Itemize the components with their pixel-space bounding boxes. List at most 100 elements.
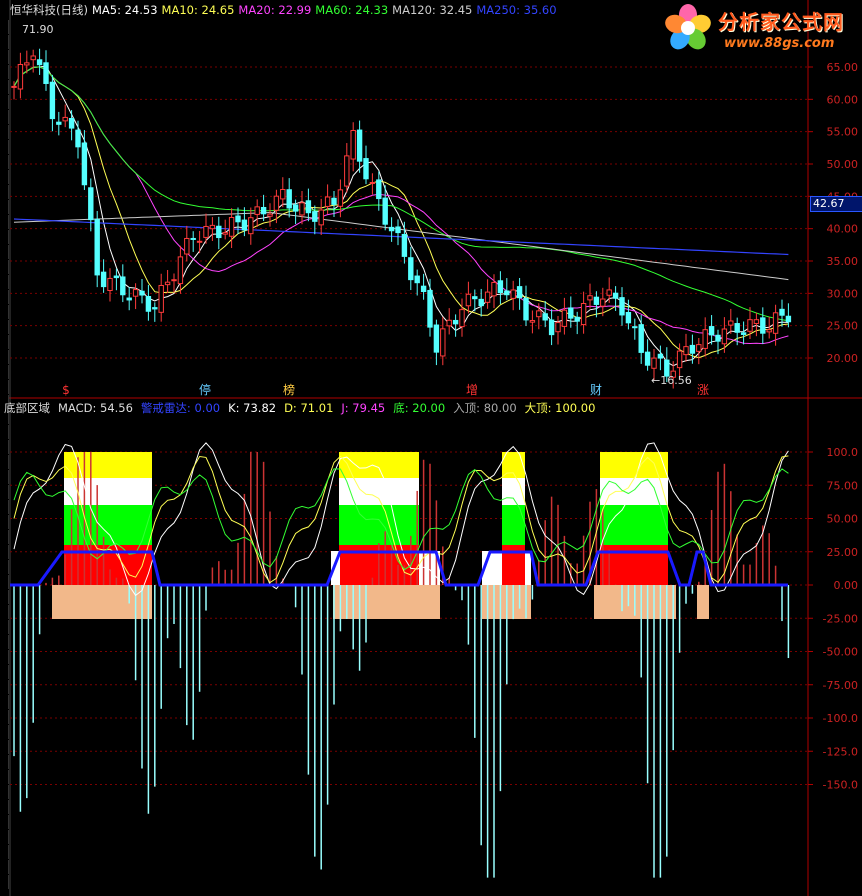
side-tab[interactable] xyxy=(0,170,9,184)
candle-body xyxy=(292,204,299,212)
side-tab[interactable] xyxy=(0,35,9,49)
side-tab[interactable] xyxy=(0,50,9,64)
moving-average-lines xyxy=(13,65,789,367)
event-marker: 增 xyxy=(466,383,478,397)
side-tab[interactable] xyxy=(0,665,9,679)
side-tab[interactable] xyxy=(0,560,9,574)
side-tab[interactable] xyxy=(0,245,9,259)
indicator-label: MACD: 54.56 xyxy=(58,401,133,415)
zone-green xyxy=(502,505,525,545)
candle-body xyxy=(184,237,190,255)
candle-body xyxy=(62,116,68,122)
side-tab[interactable] xyxy=(0,500,9,514)
side-tab[interactable] xyxy=(0,335,9,349)
side-tab[interactable] xyxy=(0,350,9,364)
side-tab[interactable] xyxy=(0,290,9,304)
ma-label: MA250: 35.60 xyxy=(476,3,557,17)
side-tab[interactable] xyxy=(0,440,9,454)
candle-body xyxy=(753,319,760,324)
side-tab[interactable] xyxy=(0,620,9,634)
zone-peach xyxy=(52,585,152,619)
candle-body xyxy=(11,85,17,88)
side-tab[interactable] xyxy=(0,80,9,94)
candle-body xyxy=(344,155,350,187)
zone-yellow xyxy=(64,452,152,478)
candle-body xyxy=(702,329,708,349)
side-tab[interactable] xyxy=(0,830,9,844)
side-tab[interactable] xyxy=(0,65,9,79)
side-tab[interactable] xyxy=(0,815,9,829)
side-tab[interactable] xyxy=(0,140,9,154)
candle-body xyxy=(17,63,24,90)
candle-body xyxy=(587,295,593,301)
indicator-label: 底部区域 xyxy=(4,401,50,415)
indicator-tick-label: 0.00 xyxy=(834,579,859,592)
indicator-label: K: 73.82 xyxy=(228,401,277,415)
side-tab[interactable] xyxy=(0,20,9,34)
side-tab[interactable] xyxy=(0,680,9,694)
side-tab[interactable] xyxy=(0,860,9,874)
side-tab[interactable] xyxy=(0,740,9,754)
candle-body xyxy=(363,158,369,180)
side-tab[interactable] xyxy=(0,320,9,334)
side-tab[interactable] xyxy=(0,575,9,589)
candle-body xyxy=(312,211,318,222)
candle-body xyxy=(606,289,612,296)
side-tab[interactable] xyxy=(0,125,9,139)
indicator-label: 警戒雷达: 0.00 xyxy=(140,401,221,415)
candle-body xyxy=(113,275,120,279)
side-tab[interactable] xyxy=(0,545,9,559)
high-marker: 71.90 xyxy=(22,23,54,36)
chart-canvas[interactable]: 65.0060.0055.0050.0045.0040.0035.0030.00… xyxy=(0,0,862,896)
price-markers: 71.90 ←16.56 $ 停 榜 增 财 涨 xyxy=(22,23,709,397)
indicator-tick-label: 25.00 xyxy=(827,546,859,559)
candle-body xyxy=(574,316,580,322)
side-tab[interactable] xyxy=(0,755,9,769)
side-tab[interactable] xyxy=(0,695,9,709)
side-tab[interactable] xyxy=(0,605,9,619)
side-tab[interactable] xyxy=(0,230,9,244)
side-tab[interactable] xyxy=(0,275,9,289)
candle-body xyxy=(497,280,504,294)
candle-body xyxy=(209,224,216,230)
side-tab[interactable] xyxy=(0,260,9,274)
side-tab[interactable] xyxy=(0,380,9,394)
side-tab[interactable] xyxy=(0,590,9,604)
candle-body xyxy=(401,233,408,257)
side-tab[interactable] xyxy=(0,635,9,649)
side-tab[interactable] xyxy=(0,305,9,319)
price-axis-ticks: 65.0060.0055.0050.0045.0040.0035.0030.00… xyxy=(808,61,858,365)
ma-label: MA5: 24.53 xyxy=(91,3,158,17)
side-tab[interactable] xyxy=(0,470,9,484)
side-tab[interactable] xyxy=(0,95,9,109)
candle-body xyxy=(459,309,465,328)
side-tab[interactable] xyxy=(0,725,9,739)
side-tab[interactable] xyxy=(0,185,9,199)
side-tab[interactable] xyxy=(0,215,9,229)
side-tab[interactable] xyxy=(0,530,9,544)
side-tab[interactable] xyxy=(0,110,9,124)
side-tab[interactable] xyxy=(0,875,9,889)
candle-body xyxy=(510,289,516,299)
price-tick-label: 30.00 xyxy=(827,287,859,300)
candle-body xyxy=(561,309,568,327)
side-tab[interactable] xyxy=(0,200,9,214)
side-tab[interactable] xyxy=(0,650,9,664)
side-tab[interactable] xyxy=(0,785,9,799)
side-tab[interactable] xyxy=(0,800,9,814)
side-tab[interactable] xyxy=(0,515,9,529)
side-tab[interactable] xyxy=(0,425,9,439)
side-tab[interactable] xyxy=(0,485,9,499)
candle-body xyxy=(612,292,619,299)
candle-body xyxy=(43,62,49,84)
candle-body xyxy=(260,206,267,215)
side-tab[interactable] xyxy=(0,770,9,784)
candle-body xyxy=(427,289,433,328)
indicator-tick-label: -75.00 xyxy=(823,679,858,692)
side-tab[interactable] xyxy=(0,845,9,859)
side-tab-strip[interactable] xyxy=(0,20,9,896)
side-tab[interactable] xyxy=(0,455,9,469)
side-tab[interactable] xyxy=(0,710,9,724)
side-tab[interactable] xyxy=(0,365,9,379)
side-tab[interactable] xyxy=(0,155,9,169)
